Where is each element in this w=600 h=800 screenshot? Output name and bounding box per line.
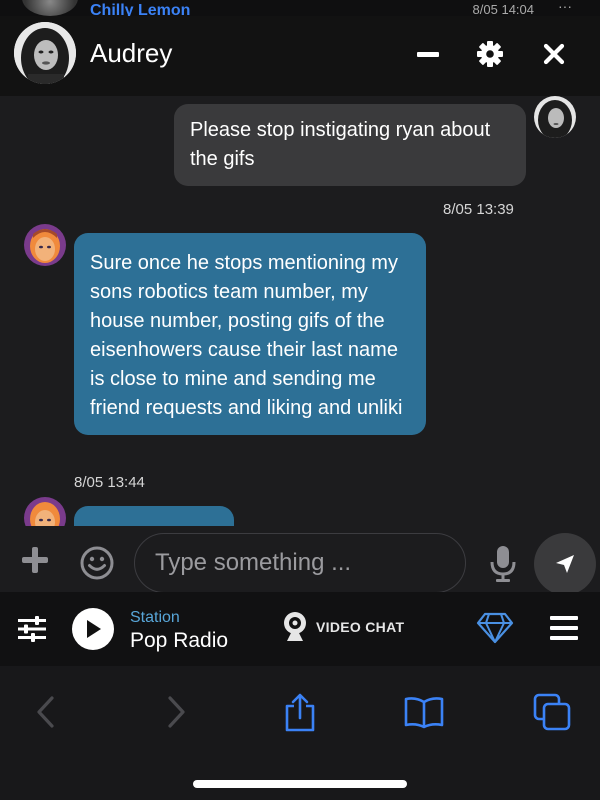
microphone-icon: [490, 546, 516, 582]
message-timestamp: 8/05 13:39: [443, 201, 514, 218]
minimize-button[interactable]: [410, 36, 446, 72]
contact-message-avatar[interactable]: [24, 224, 66, 266]
station-label: Station: [130, 609, 180, 626]
premium-button[interactable]: [476, 612, 514, 644]
background-chat-row: Chilly Lemon 8/05 14:04 ···: [0, 0, 600, 16]
settings-button[interactable]: [472, 36, 508, 72]
chat-header: Audrey: [0, 16, 600, 96]
contact-message-avatar[interactable]: [24, 497, 66, 526]
contact-avatar-photo: [14, 22, 76, 84]
video-chat-label: VIDEO CHAT: [316, 619, 405, 635]
hamburger-menu-icon: [550, 636, 578, 640]
forward-button[interactable]: [156, 692, 196, 732]
forward-icon: [168, 696, 185, 728]
message-timestamp: 8/05 13:44: [74, 474, 145, 491]
gear-icon: [477, 41, 503, 67]
background-chat-name: Chilly Lemon: [90, 2, 191, 17]
message-composer: [0, 526, 600, 595]
diamond-icon: [476, 612, 514, 644]
message-input[interactable]: [134, 533, 466, 593]
emoji-button[interactable]: [80, 546, 114, 580]
play-icon: [87, 620, 101, 638]
tabs-icon: [533, 693, 571, 731]
radio-player-bar: Station Pop Radio VIDEO CHAT: [0, 592, 600, 666]
outgoing-message-bubble: Please stop instigating ryan about the g…: [174, 104, 526, 186]
share-icon: [285, 693, 315, 732]
contact-name: Audrey: [90, 38, 173, 68]
minimize-icon: [417, 51, 439, 57]
incoming-message-bubble: Sure once he stops mentioning my sons ro…: [74, 233, 426, 435]
menu-button[interactable]: [550, 616, 578, 640]
add-attachment-button[interactable]: [22, 547, 48, 573]
my-avatar-photo: [534, 96, 576, 138]
background-chat-more: ···: [558, 0, 572, 14]
background-chat-time: 8/05 14:04: [472, 2, 534, 16]
back-button[interactable]: [26, 692, 66, 732]
back-icon: [37, 696, 54, 728]
equalizer-icon: [18, 616, 46, 642]
tabs-button[interactable]: [532, 692, 572, 732]
close-button[interactable]: [536, 36, 572, 72]
contact-message-avatar-photo: [24, 497, 66, 526]
hamburger-menu-icon: [550, 626, 578, 630]
browser-toolbar: [0, 666, 600, 800]
send-button[interactable]: [534, 533, 596, 595]
my-avatar[interactable]: [534, 96, 576, 138]
hamburger-menu-icon: [550, 616, 578, 620]
message-list[interactable]: Please stop instigating ryan about the g…: [0, 96, 600, 526]
background-chat-avatar: [22, 0, 78, 16]
send-icon: [556, 555, 574, 573]
station-name: Pop Radio: [130, 629, 229, 652]
close-icon: [543, 43, 565, 65]
home-indicator[interactable]: [193, 780, 407, 788]
voice-message-button[interactable]: [488, 544, 518, 584]
bookmarks-button[interactable]: [404, 692, 444, 732]
share-button[interactable]: [280, 692, 320, 732]
webcam-icon: [284, 612, 306, 641]
equalizer-button[interactable]: [18, 616, 46, 642]
emoji-icon: [80, 546, 114, 580]
contact-avatar[interactable]: [14, 22, 76, 84]
bookmarks-icon: [404, 697, 444, 729]
play-button[interactable]: [72, 608, 114, 650]
contact-message-avatar-photo: [24, 224, 66, 266]
incoming-message-bubble: [74, 506, 234, 526]
video-chat-button[interactable]: VIDEO CHAT: [282, 610, 404, 644]
